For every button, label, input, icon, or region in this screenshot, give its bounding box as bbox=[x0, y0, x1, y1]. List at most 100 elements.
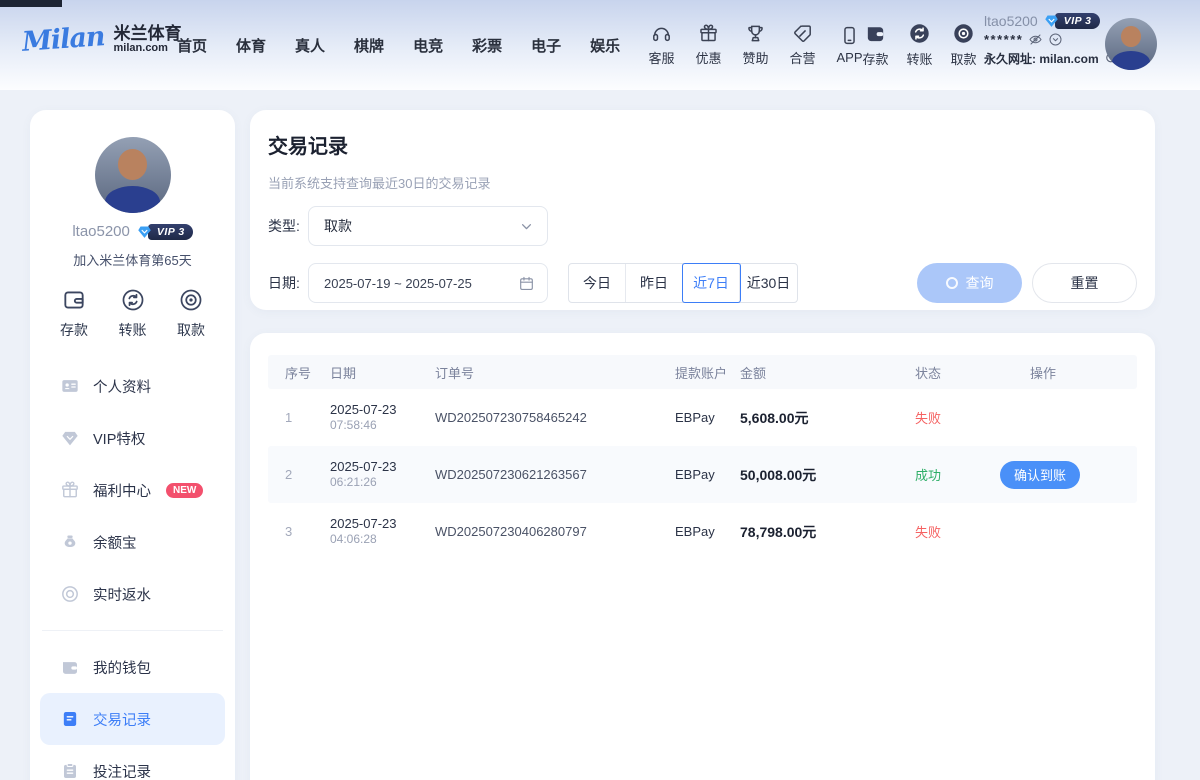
sidebar: ltao5200 VIP 3 加入米兰体育第65天 存款 转账 取 bbox=[30, 110, 235, 780]
partnership-button[interactable]: 合营 bbox=[783, 23, 822, 67]
vip-diamond-icon bbox=[136, 223, 153, 240]
wallet-icon bbox=[60, 657, 80, 677]
row-date: 2025-07-23 bbox=[330, 516, 435, 532]
date-quick-ranges: 今日 昨日 近7日 近30日 bbox=[568, 263, 798, 303]
table-header: 序号 日期 订单号 提款账户 金额 状态 操作 bbox=[268, 355, 1137, 389]
range-30days-button[interactable]: 近30日 bbox=[740, 264, 797, 302]
promotions-button[interactable]: 优惠 bbox=[689, 23, 728, 67]
username: ltao5200 bbox=[984, 13, 1038, 29]
table-row: 2 2025-07-23 06:21:26 WD2025072306212635… bbox=[268, 446, 1137, 503]
sidebar-menu: 个人资料 VIP特权 福利中心 NEW 余额宝 实时返水 bbox=[30, 360, 235, 780]
profile-avatar[interactable] bbox=[95, 137, 171, 213]
new-badge: NEW bbox=[166, 483, 203, 498]
sidebar-item-wallet[interactable]: 我的钱包 bbox=[40, 641, 225, 693]
withdraw-icon bbox=[178, 287, 204, 313]
table-row: 1 2025-07-23 07:58:46 WD2025072307584652… bbox=[268, 389, 1137, 446]
order-number: WD202507230621263567 bbox=[435, 467, 675, 482]
date-range-input[interactable]: 2025-07-19 ~ 2025-07-25 bbox=[308, 263, 548, 303]
type-select[interactable]: 取款 bbox=[308, 206, 548, 246]
range-yesterday-button[interactable]: 昨日 bbox=[626, 264, 683, 302]
transfer-button[interactable]: 转账 bbox=[900, 22, 939, 68]
eye-off-icon[interactable] bbox=[1028, 32, 1043, 47]
top-dark-strip bbox=[0, 0, 62, 7]
row-time: 07:58:46 bbox=[330, 418, 435, 433]
wallet-icon bbox=[864, 22, 887, 45]
row-date: 2025-07-23 bbox=[330, 402, 435, 418]
header-action-group: 客服 优惠 赞助 合营 APP bbox=[642, 0, 869, 90]
page-subtitle: 当前系统支持查询最近30日的交易记录 bbox=[268, 173, 490, 192]
sponsorship-button[interactable]: 赞助 bbox=[736, 23, 775, 67]
nav-item-lottery[interactable]: 彩票 bbox=[465, 31, 509, 60]
bet-record-icon bbox=[60, 761, 80, 780]
money-bag-icon bbox=[60, 532, 80, 552]
calendar-icon bbox=[518, 275, 535, 292]
nav-item-live[interactable]: 真人 bbox=[288, 31, 332, 60]
amount: 50,008.00元 bbox=[740, 465, 915, 485]
confirm-receipt-button[interactable]: 确认到账 bbox=[1000, 461, 1080, 489]
nav-item-home[interactable]: 首页 bbox=[170, 31, 214, 60]
customer-service-button[interactable]: 客服 bbox=[642, 23, 681, 67]
quick-withdraw-button[interactable]: 取款 bbox=[163, 287, 219, 340]
diamond-icon bbox=[60, 428, 80, 448]
brand-logo[interactable]: Milan 米兰体育 milan.com bbox=[22, 24, 182, 55]
profile-username: ltao5200 bbox=[72, 223, 130, 240]
withdraw-icon bbox=[952, 22, 975, 45]
loading-spinner-icon bbox=[946, 277, 958, 289]
page: Milan 米兰体育 milan.com 首页 体育 真人 棋牌 电竞 彩票 电… bbox=[0, 0, 1200, 780]
main-nav: 首页 体育 真人 棋牌 电竞 彩票 电子 娱乐 bbox=[170, 0, 627, 90]
page-title: 交易记录 bbox=[268, 130, 348, 159]
sidebar-item-vip[interactable]: VIP特权 bbox=[40, 412, 225, 464]
withdraw-account: EBPay bbox=[675, 524, 740, 539]
transfer-icon bbox=[120, 287, 146, 313]
avatar[interactable] bbox=[1105, 18, 1157, 70]
deposit-button[interactable]: 存款 bbox=[856, 22, 895, 68]
nav-item-esports[interactable]: 电竞 bbox=[406, 31, 450, 60]
query-button[interactable]: 查询 bbox=[917, 263, 1022, 303]
withdraw-account: EBPay bbox=[675, 410, 740, 425]
menu-divider bbox=[42, 630, 223, 631]
gift-icon bbox=[698, 23, 719, 44]
status-badge: 失败 bbox=[915, 408, 1030, 427]
nav-item-entertainment[interactable]: 娱乐 bbox=[583, 31, 627, 60]
sidebar-item-yuebao[interactable]: 余额宝 bbox=[40, 516, 225, 568]
logo-script: Milan bbox=[21, 21, 105, 58]
row-time: 04:06:28 bbox=[330, 532, 435, 547]
sidebar-item-transactions[interactable]: 交易记录 bbox=[40, 693, 225, 745]
date-label: 日期: bbox=[268, 273, 308, 293]
withdraw-account: EBPay bbox=[675, 467, 740, 482]
amount: 5,608.00元 bbox=[740, 408, 915, 428]
balance-masked: ****** bbox=[984, 32, 1023, 47]
sidebar-item-rebate[interactable]: 实时返水 bbox=[40, 568, 225, 620]
permanent-url: 永久网址: milan.com bbox=[984, 50, 1099, 67]
gift-icon bbox=[60, 480, 80, 500]
user-info-block: ltao5200 VIP 3 ****** 永久网址: milan.com bbox=[984, 12, 1119, 67]
nav-item-cards[interactable]: 棋牌 bbox=[347, 31, 391, 60]
profile-vip-badge[interactable]: VIP 3 bbox=[136, 223, 193, 240]
withdraw-button[interactable]: 取款 bbox=[944, 22, 983, 68]
transfer-icon bbox=[908, 22, 931, 45]
vip-badge[interactable]: VIP 3 bbox=[1043, 12, 1100, 29]
order-number: WD202507230406280797 bbox=[435, 524, 675, 539]
nav-item-sports[interactable]: 体育 bbox=[229, 31, 273, 60]
order-number: WD202507230758465242 bbox=[435, 410, 675, 425]
filter-panel: 交易记录 当前系统支持查询最近30日的交易记录 类型: 取款 日期: 2025-… bbox=[250, 110, 1155, 310]
sidebar-item-benefits[interactable]: 福利中心 NEW bbox=[40, 464, 225, 516]
range-7days-button[interactable]: 近7日 bbox=[683, 264, 740, 302]
id-card-icon bbox=[60, 376, 80, 396]
type-label: 类型: bbox=[268, 216, 308, 236]
nav-item-slots[interactable]: 电子 bbox=[524, 31, 568, 60]
headset-icon bbox=[651, 23, 672, 44]
vip-diamond-icon bbox=[1043, 12, 1060, 29]
status-badge: 失败 bbox=[915, 522, 1030, 541]
sidebar-item-bet-records[interactable]: 投注记录 bbox=[40, 745, 225, 780]
quick-transfer-button[interactable]: 转账 bbox=[105, 287, 161, 340]
sidebar-item-profile[interactable]: 个人资料 bbox=[40, 360, 225, 412]
chevron-circle-icon[interactable] bbox=[1048, 32, 1063, 47]
quick-actions: 存款 转账 取款 bbox=[30, 287, 235, 340]
table-row: 3 2025-07-23 04:06:28 WD2025072304062807… bbox=[268, 503, 1137, 560]
range-today-button[interactable]: 今日 bbox=[569, 264, 626, 302]
chevron-down-icon bbox=[518, 218, 535, 235]
reset-button[interactable]: 重置 bbox=[1032, 263, 1137, 303]
quick-deposit-button[interactable]: 存款 bbox=[46, 287, 102, 340]
transaction-record-icon bbox=[60, 709, 80, 729]
